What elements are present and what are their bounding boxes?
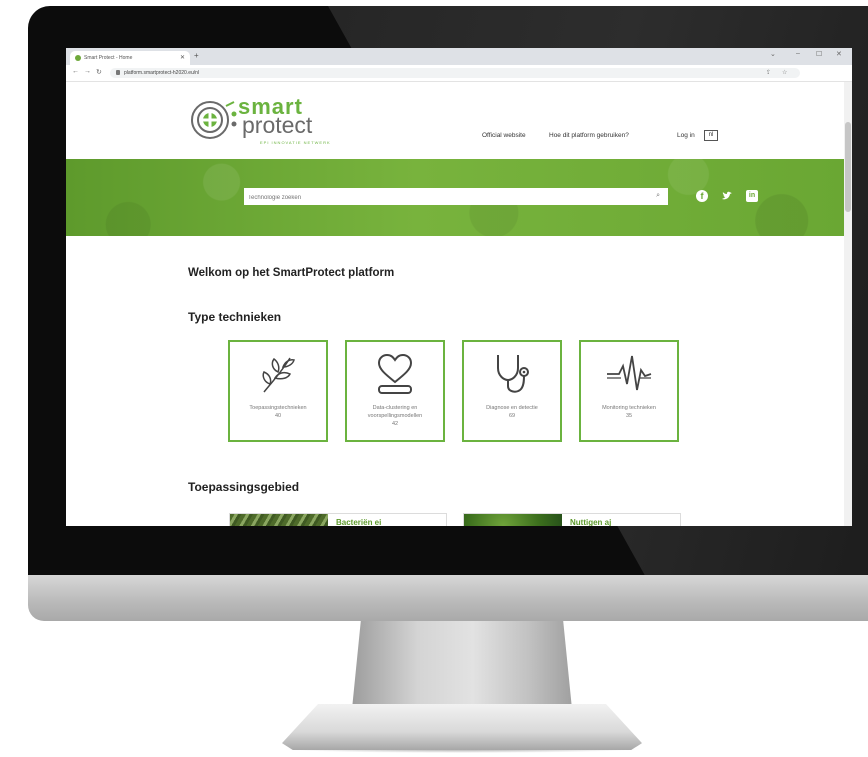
- favicon-icon: [75, 55, 81, 61]
- application-card-bacteria[interactable]: Bacteriën ei: [229, 513, 447, 526]
- new-tab-icon[interactable]: +: [194, 51, 199, 60]
- monitor-chin: [28, 575, 868, 621]
- welcome-heading: Welkom op het SmartProtect platform: [188, 267, 395, 279]
- site-logo[interactable]: smart protect EPI INNOVATIE NETWERK: [188, 94, 338, 150]
- chevron-down-icon[interactable]: ⌄: [770, 50, 776, 58]
- types-heading: Type technieken: [188, 310, 282, 324]
- tab-title: Smart Protect - Home: [84, 55, 133, 61]
- window-close-icon[interactable]: ✕: [836, 50, 842, 58]
- logo-mark-icon: [191, 101, 237, 139]
- type-card-label: Toepassingstechnieken 40: [249, 405, 307, 419]
- address-bar[interactable]: platform.smartprotect-h2020.eu/nl ⇪ ☆: [110, 68, 800, 78]
- type-card-label: Monitoring technieken 35: [602, 405, 656, 419]
- facebook-icon[interactable]: f: [696, 190, 708, 202]
- twitter-icon[interactable]: [721, 190, 733, 202]
- logo-protect-text: protect: [242, 112, 313, 138]
- browser-tab[interactable]: Smart Protect - Home ✕: [70, 51, 190, 65]
- plant-icon: [262, 357, 295, 393]
- pulse-icon: [607, 355, 652, 391]
- type-card-data-clustering[interactable]: Data-clustering en voorspellingsmodellen…: [345, 340, 445, 442]
- application-card-title: Bacteriën ei: [336, 518, 382, 526]
- lock-icon: [116, 70, 120, 75]
- type-card-diagnosis[interactable]: Diagnose en detectie 69: [462, 340, 562, 442]
- reload-icon[interactable]: ↻: [96, 68, 102, 76]
- screen: Smart Protect - Home ✕ + ⌄ – ☐ ✕ ← → ↻ p…: [66, 48, 852, 526]
- type-card-application[interactable]: Toepassingstechnieken 40: [228, 340, 328, 442]
- address-bar-row: ← → ↻ platform.smartprotect-h2020.eu/nl …: [66, 65, 852, 82]
- type-card-label: Diagnose en detectie 69: [486, 405, 538, 419]
- application-heading: Toepassingsgebied: [188, 480, 300, 494]
- monitor-stand-neck: [352, 621, 572, 709]
- type-card-monitoring[interactable]: Monitoring technieken 35: [579, 340, 679, 442]
- monitor-stand-base: [282, 704, 642, 750]
- star-icon[interactable]: ☆: [782, 69, 787, 76]
- stethoscope-icon: [497, 355, 529, 393]
- hero-banner: ⌕ f in: [66, 159, 844, 236]
- browser-tabstrip: Smart Protect - Home ✕ + ⌄ – ☐ ✕: [66, 48, 852, 65]
- type-card-label: Data-clustering en voorspellingsmodellen…: [367, 405, 423, 427]
- application-card-beneficials[interactable]: Nuttigen aj: [463, 513, 681, 526]
- back-icon[interactable]: ←: [72, 68, 79, 75]
- close-icon[interactable]: ✕: [180, 54, 185, 61]
- heart-icon: [377, 353, 413, 394]
- search-input[interactable]: [244, 188, 650, 207]
- nav-official-website[interactable]: Official website: [482, 132, 526, 139]
- web-page: smart protect EPI INNOVATIE NETWERK Offi…: [66, 82, 844, 526]
- linkedin-icon[interactable]: in: [746, 190, 758, 202]
- beneficials-thumbnail: [464, 514, 562, 526]
- nav-how-to-use[interactable]: Hoe dit platform gebruiken?: [549, 132, 629, 139]
- minimize-icon[interactable]: –: [796, 50, 800, 57]
- scrollbar-thumb[interactable]: [845, 122, 851, 212]
- search-icon[interactable]: ⌕: [656, 192, 660, 200]
- nav-login[interactable]: Log in: [677, 132, 695, 139]
- bacteria-thumbnail: [230, 514, 328, 526]
- scrollbar[interactable]: [844, 82, 852, 526]
- url-text: platform.smartprotect-h2020.eu/nl: [124, 70, 200, 76]
- application-card-title: Nuttigen aj: [570, 518, 612, 526]
- maximize-icon[interactable]: ☐: [816, 50, 822, 58]
- language-select[interactable]: nl: [704, 130, 718, 141]
- search-box: ⌕: [244, 188, 668, 207]
- share-icon[interactable]: ⇪: [766, 69, 771, 76]
- forward-icon[interactable]: →: [84, 68, 91, 75]
- logo-tagline: EPI INNOVATIE NETWERK: [260, 140, 331, 145]
